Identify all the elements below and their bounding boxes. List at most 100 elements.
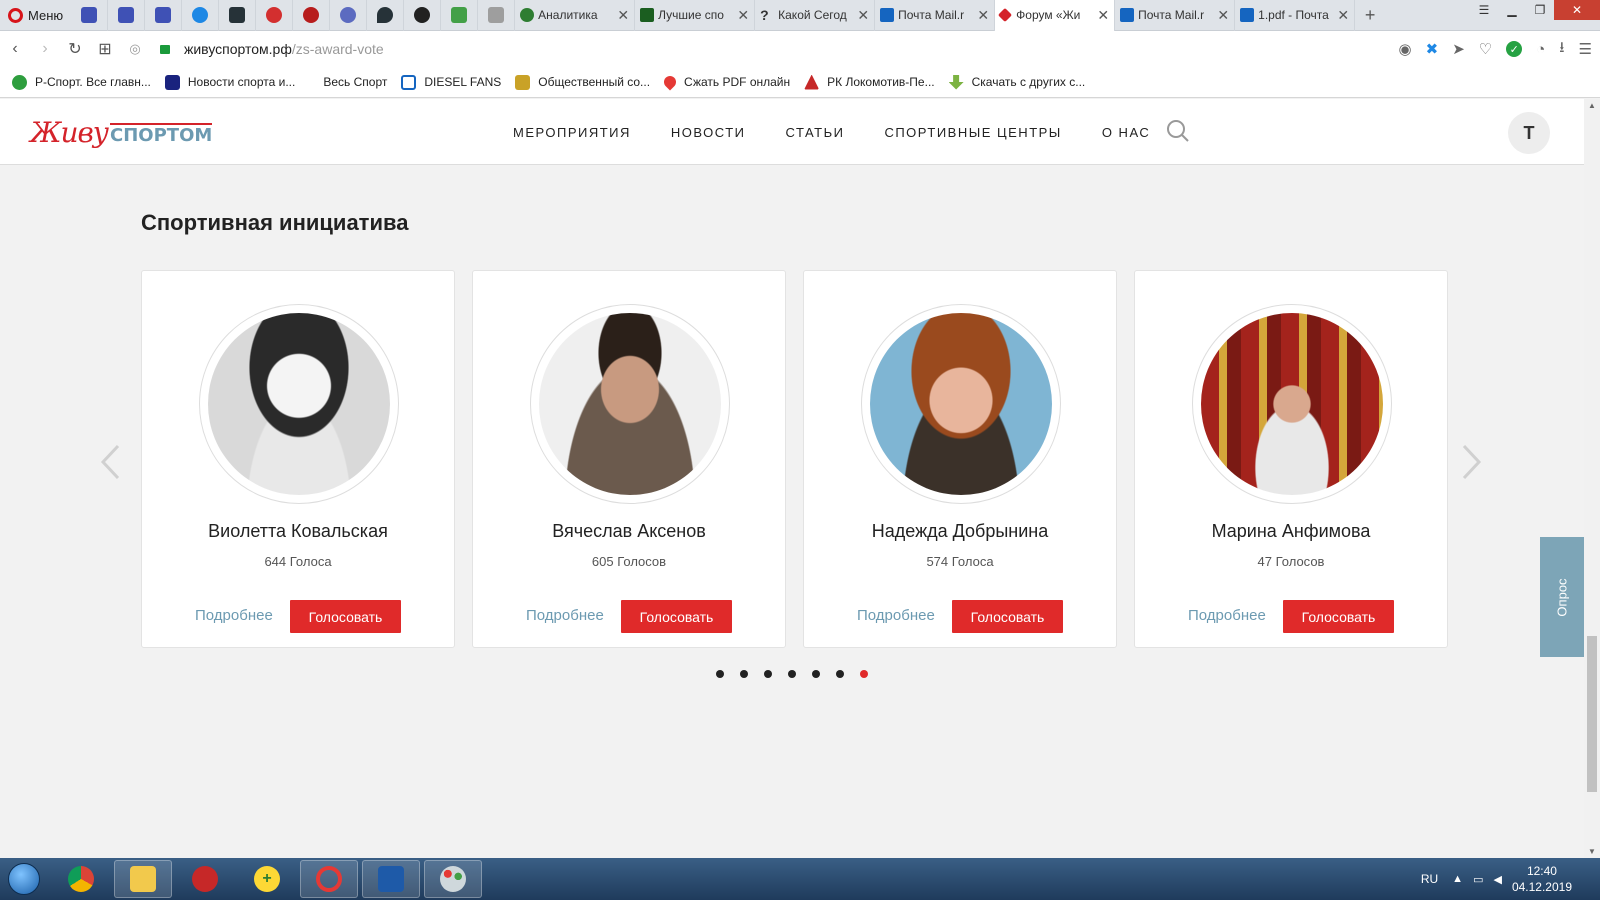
pinned-tab-9[interactable] [367, 0, 405, 31]
carousel-dot-active[interactable] [860, 670, 868, 678]
secure-lock-icon[interactable] [160, 44, 170, 54]
taskbar-app[interactable]: + [238, 860, 296, 898]
bookmark-item[interactable]: Скачать с других с... [948, 74, 1085, 90]
network-icon[interactable]: ▭ [1473, 873, 1483, 886]
details-link[interactable]: Подробнее [857, 607, 935, 624]
forward-icon[interactable]: › [30, 40, 60, 58]
scroll-up-icon[interactable]: ▲ [1588, 101, 1596, 110]
taskbar-paint[interactable] [424, 860, 482, 898]
start-button[interactable] [0, 858, 48, 900]
pinned-tab-2[interactable] [108, 0, 146, 31]
nav-item-about[interactable]: О НАС [1102, 125, 1150, 140]
nav-item-articles[interactable]: СТАТЬИ [786, 125, 845, 140]
nav-item-sport-centers[interactable]: СПОРТИВНЫЕ ЦЕНТРЫ [884, 125, 1061, 140]
candidate-photo[interactable] [539, 313, 721, 495]
details-link[interactable]: Подробнее [195, 607, 273, 624]
browser-tab[interactable]: 1.pdf - Почта ✕ [1235, 0, 1356, 31]
bookmark-item[interactable]: Р-Спорт. Все главн... [12, 74, 151, 90]
carousel-dot[interactable] [764, 670, 772, 678]
extension-icon[interactable]: ✖ [1426, 40, 1439, 58]
bookmark-item[interactable]: Общественный со... [515, 74, 650, 90]
bookmark-item[interactable]: Сжать PDF онлайн [661, 73, 790, 91]
details-link[interactable]: Подробнее [1188, 607, 1266, 624]
user-avatar-button[interactable]: Т [1508, 112, 1550, 154]
send-icon[interactable]: ➤ [1452, 40, 1465, 58]
candidate-photo[interactable] [208, 313, 390, 495]
browser-tab[interactable]: Аналитика ✕ [515, 0, 636, 31]
browser-tab[interactable]: ? Какой Сегод ✕ [755, 0, 876, 31]
taskbar-word[interactable] [362, 860, 420, 898]
bookmark-item[interactable]: РК Локомотив-Пе... [804, 74, 935, 90]
details-link[interactable]: Подробнее [526, 607, 604, 624]
close-tab-icon[interactable]: ✕ [1097, 7, 1109, 24]
search-icon[interactable] [1166, 119, 1190, 143]
tab-menu-icon[interactable]: ☰ [1470, 0, 1498, 20]
carousel-dot[interactable] [812, 670, 820, 678]
browser-tab-active[interactable]: Форум «Жи ✕ [995, 0, 1116, 31]
carousel-next-arrow-icon[interactable] [1462, 444, 1482, 480]
poll-side-tab[interactable]: Опрос [1540, 537, 1584, 657]
pinned-tab-3[interactable] [145, 0, 183, 31]
restore-icon[interactable]: ❐ [1526, 0, 1554, 20]
vote-button[interactable]: Голосовать [621, 600, 732, 633]
speed-dial-icon[interactable]: ⊞ [90, 39, 120, 59]
vote-button[interactable]: Голосовать [1283, 600, 1394, 633]
carousel-dot[interactable] [788, 670, 796, 678]
download-icon[interactable]: ⭳ [1559, 37, 1564, 62]
language-indicator[interactable]: RU [1421, 872, 1438, 886]
minimize-icon[interactable]: ▁ [1498, 0, 1526, 20]
volume-icon[interactable]: ◀ [1493, 873, 1501, 886]
new-tab-button[interactable]: + [1355, 5, 1385, 26]
browser-menu-button[interactable]: Меню [0, 0, 71, 31]
vote-button[interactable]: Голосовать [290, 600, 401, 633]
browser-tab[interactable]: Почта Mail.r ✕ [1115, 0, 1236, 31]
pinned-tab-6[interactable] [256, 0, 294, 31]
bookmark-item[interactable]: Весь Спорт [323, 75, 387, 89]
nav-item-events[interactable]: МЕРОПРИЯТИЯ [513, 125, 631, 140]
page-scrollbar[interactable]: ▲ ▼ [1584, 99, 1600, 858]
pinned-tab-4[interactable] [182, 0, 220, 31]
carousel-dot[interactable] [716, 670, 724, 678]
browser-tab[interactable]: Лучшие спо ✕ [635, 0, 756, 31]
browser-tab[interactable]: Почта Mail.r ✕ [875, 0, 996, 31]
close-window-icon[interactable]: ✕ [1554, 0, 1600, 20]
pinned-tab-8[interactable] [330, 0, 368, 31]
adblock-check-icon[interactable]: ✓ [1506, 41, 1523, 57]
location-pin-icon[interactable]: ◎ [120, 41, 150, 57]
back-icon[interactable]: ‹ [0, 40, 30, 58]
close-tab-icon[interactable]: ✕ [1217, 7, 1229, 24]
bookmark-item[interactable]: Новости спорта и... [164, 74, 295, 90]
pinned-tab-1[interactable] [71, 0, 109, 31]
reload-icon[interactable]: ↻ [60, 39, 90, 59]
tray-expand-icon[interactable]: ▲ [1452, 873, 1463, 885]
carousel-dot[interactable] [836, 670, 844, 678]
close-tab-icon[interactable]: ✕ [1337, 7, 1349, 24]
pinned-tab-10[interactable] [404, 0, 442, 31]
pinned-tab-12[interactable] [478, 0, 516, 31]
candidate-photo[interactable] [1201, 313, 1383, 495]
rss-icon[interactable]: ◔ [1536, 41, 1545, 58]
taskbar-opera[interactable] [300, 860, 358, 898]
url-field[interactable]: живуспортом.рф/zs-award-vote [184, 41, 384, 57]
pinned-tab-5[interactable] [219, 0, 257, 31]
close-tab-icon[interactable]: ✕ [617, 7, 629, 24]
clock[interactable]: 12:40 04.12.2019 [1512, 863, 1572, 895]
pinned-tab-11[interactable] [441, 0, 479, 31]
scroll-down-icon[interactable]: ▼ [1588, 847, 1596, 856]
bookmark-item[interactable]: DIESEL FANS [401, 74, 501, 90]
carousel-dot[interactable] [740, 670, 748, 678]
pinned-tab-7[interactable] [293, 0, 331, 31]
taskbar-chrome[interactable] [52, 860, 110, 898]
heart-icon[interactable]: ♡ [1479, 40, 1492, 58]
close-tab-icon[interactable]: ✕ [737, 7, 749, 24]
taskbar-explorer[interactable] [114, 860, 172, 898]
vote-button[interactable]: Голосовать [952, 600, 1063, 633]
scrollbar-thumb[interactable] [1587, 636, 1597, 792]
easy-setup-icon[interactable]: ☰ [1579, 40, 1592, 58]
nav-item-news[interactable]: НОВОСТИ [671, 125, 746, 140]
close-tab-icon[interactable]: ✕ [857, 7, 869, 24]
taskbar-app[interactable] [176, 860, 234, 898]
close-tab-icon[interactable]: ✕ [977, 7, 989, 24]
camera-icon[interactable]: ◉ [1399, 40, 1412, 58]
candidate-photo[interactable] [870, 313, 1052, 495]
